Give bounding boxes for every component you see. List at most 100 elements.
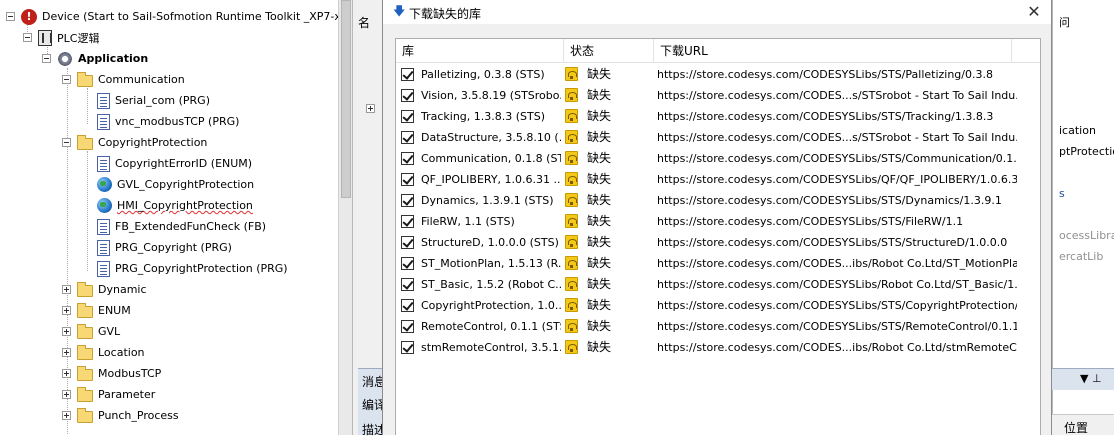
- column-header-url[interactable]: 下载URL: [654, 39, 1012, 63]
- download-missing-libraries-dialog: 🡇 下载缺失的库 ✕ 库 状态 下载URL Palletizing, 0.3.8…: [382, 0, 1052, 435]
- missing-library-icon: [564, 87, 580, 103]
- missing-library-icon: [564, 171, 580, 187]
- table-row[interactable]: DataStructure, 3.5.8.10 (... 缺失 https://st…: [396, 127, 1040, 148]
- collapse-icon[interactable]: [62, 75, 71, 84]
- tree-node-copyrighterrorid-enum[interactable]: CopyrightErrorID (ENUM): [97, 153, 252, 174]
- tree-node-vnc-modbustcp-prg[interactable]: vnc_modbusTCP (PRG): [97, 111, 239, 132]
- library-checkbox[interactable]: [401, 68, 414, 81]
- missing-library-icon: [564, 108, 580, 124]
- tree-node-label: ENUM: [98, 304, 131, 317]
- tree-node-prg-copyright-prg[interactable]: PRG_Copyright (PRG): [97, 237, 232, 258]
- library-checkbox[interactable]: [401, 215, 414, 228]
- library-status: 缺失: [587, 151, 612, 165]
- table-row[interactable]: ST_MotionPlan, 1.5.13 (R... 缺失 https://sto…: [396, 253, 1040, 274]
- expand-icon[interactable]: [62, 306, 71, 315]
- expand-icon[interactable]: [366, 104, 375, 113]
- table-row[interactable]: Palletizing, 0.3.8 (STS) 缺失 https://store.…: [396, 64, 1040, 85]
- library-checkbox[interactable]: [401, 341, 414, 354]
- library-checkbox[interactable]: [401, 110, 414, 123]
- tree-node-serial-com-prg[interactable]: Serial_com (PRG): [97, 90, 210, 111]
- plc-icon: [38, 29, 52, 46]
- collapse-icon[interactable]: [23, 33, 32, 42]
- table-row[interactable]: StructureD, 1.0.0.0 (STS) 缺失 https://store…: [396, 232, 1040, 253]
- tree-node-gvl-copyrightprotection[interactable]: GVL_CopyrightProtection: [97, 174, 254, 195]
- download-url: https://store.codesys.com/CODESYSLibs/ST…: [657, 68, 993, 81]
- expand-icon[interactable]: [62, 327, 71, 336]
- tree-node-label: GVL_CopyrightProtection: [117, 178, 255, 191]
- tree-node-application[interactable]: Application: [42, 48, 148, 69]
- library-name: Palletizing, 0.3.8 (STS): [421, 68, 545, 81]
- library-name: CopyrightProtection, 1.0....: [421, 299, 561, 312]
- table-row[interactable]: CopyrightProtection, 1.0.... 缺失 https://st…: [396, 295, 1040, 316]
- column-header-library[interactable]: 库: [396, 39, 564, 63]
- library-checkbox[interactable]: [401, 236, 414, 249]
- library-checkbox[interactable]: [401, 299, 414, 312]
- tree-scrollbar[interactable]: [338, 0, 352, 435]
- tree-node-location[interactable]: Location: [62, 342, 145, 363]
- tree-node-punch-process[interactable]: Punch_Process: [62, 405, 179, 426]
- library-name: stmRemoteControl, 3.5.1...: [421, 341, 561, 354]
- library-checkbox[interactable]: [401, 194, 414, 207]
- tree-node-label: Device (Start to Sail-Sofmotion Runtime …: [42, 10, 338, 23]
- expand-icon[interactable]: [62, 411, 71, 420]
- folder-icon: [77, 281, 93, 297]
- tree-node-device[interactable]: ! Device (Start to Sail-Sofmotion Runtim…: [6, 6, 338, 27]
- expand-icon[interactable]: [62, 390, 71, 399]
- tree-node-enum[interactable]: ENUM: [62, 300, 131, 321]
- missing-library-icon: [564, 255, 580, 271]
- library-checkbox[interactable]: [401, 320, 414, 333]
- library-status: 缺失: [587, 88, 612, 102]
- tree-node-communication[interactable]: Communication: [62, 69, 185, 90]
- dialog-titlebar[interactable]: 🡇 下载缺失的库 ✕: [383, 0, 1051, 24]
- tree-node-copyrightprotection[interactable]: CopyrightProtection: [62, 132, 207, 153]
- missing-library-icon: [564, 213, 580, 229]
- table-row[interactable]: Dynamics, 1.3.9.1 (STS) 缺失 https://store.c…: [396, 190, 1040, 211]
- collapse-icon[interactable]: [6, 12, 15, 21]
- library-checkbox[interactable]: [401, 173, 414, 186]
- table-row[interactable]: RemoteControl, 0.1.1 (STS) 缺失 https://stor…: [396, 316, 1040, 337]
- library-checkbox[interactable]: [401, 131, 414, 144]
- pin-icon[interactable]: ▼ ⊥: [1080, 372, 1102, 385]
- library-status: 缺失: [587, 319, 612, 333]
- error-icon: !: [21, 8, 37, 25]
- library-checkbox[interactable]: [401, 278, 414, 291]
- tree-node-modbustcp[interactable]: ModbusTCP: [62, 363, 161, 384]
- right-item: ocessLibrary: [1059, 229, 1114, 242]
- library-status: 缺失: [587, 256, 612, 270]
- library-name: Vision, 3.5.8.19 (STSrobo...: [421, 89, 561, 102]
- collapse-icon[interactable]: [62, 138, 71, 147]
- expand-icon[interactable]: [62, 285, 71, 294]
- table-row[interactable]: Vision, 3.5.8.19 (STSrobo... 缺失 https://st…: [396, 85, 1040, 106]
- library-checkbox[interactable]: [401, 152, 414, 165]
- close-button[interactable]: ✕: [1017, 0, 1051, 24]
- scrollbar-thumb[interactable]: [341, 0, 351, 198]
- column-header-status[interactable]: 状态: [564, 39, 654, 63]
- table-row[interactable]: FileRW, 1.1 (STS) 缺失 https://store.codesys…: [396, 211, 1040, 232]
- pou-icon: [97, 260, 110, 277]
- tree-node-prg-copyrightprotection-prg[interactable]: PRG_CopyrightProtection (PRG): [97, 258, 288, 279]
- library-checkbox[interactable]: [401, 89, 414, 102]
- collapse-icon[interactable]: [42, 54, 51, 63]
- right-header-partial: 问: [1059, 16, 1070, 29]
- table-row[interactable]: Tracking, 1.3.8.3 (STS) 缺失 https://store.c…: [396, 106, 1040, 127]
- library-checkbox[interactable]: [401, 257, 414, 270]
- tree-node-label: GVL: [98, 325, 121, 338]
- tree-node-parameter[interactable]: Parameter: [62, 384, 155, 405]
- table-row[interactable]: QF_IPOLIBERY, 1.0.6.31 ... 缺失 https://stor…: [396, 169, 1040, 190]
- library-name: Communication, 0.1.8 (STS): [421, 152, 561, 165]
- tree-node-fb-extendedfuncheck-fb[interactable]: FB_ExtendedFunCheck (FB): [97, 216, 266, 237]
- tree-node-hmi-copyrightprotection[interactable]: HMI_CopyrightProtection: [97, 195, 253, 216]
- table-row[interactable]: ST_Basic, 1.5.2 (Robot C... 缺失 https://sto…: [396, 274, 1040, 295]
- tree-node-gvl[interactable]: GVL: [62, 321, 120, 342]
- missing-library-icon: [564, 66, 580, 82]
- download-url: https://store.codesys.com/CODESYSLibs/ST…: [657, 152, 1017, 165]
- tree-node-dynamic[interactable]: Dynamic: [62, 279, 147, 300]
- tree-node-label: ModbusTCP: [98, 367, 162, 380]
- expand-icon[interactable]: [62, 369, 71, 378]
- global-variables-icon: [97, 198, 112, 213]
- expand-icon[interactable]: [62, 348, 71, 357]
- table-row[interactable]: stmRemoteControl, 3.5.1... 缺失 https://stor…: [396, 337, 1040, 358]
- download-url: https://store.codesys.com/CODES...ibs/Ro…: [657, 341, 1017, 354]
- table-row[interactable]: Communication, 0.1.8 (STS) 缺失 https://stor…: [396, 148, 1040, 169]
- tree-node-plc-logic[interactable]: PLC逻辑: [23, 27, 99, 48]
